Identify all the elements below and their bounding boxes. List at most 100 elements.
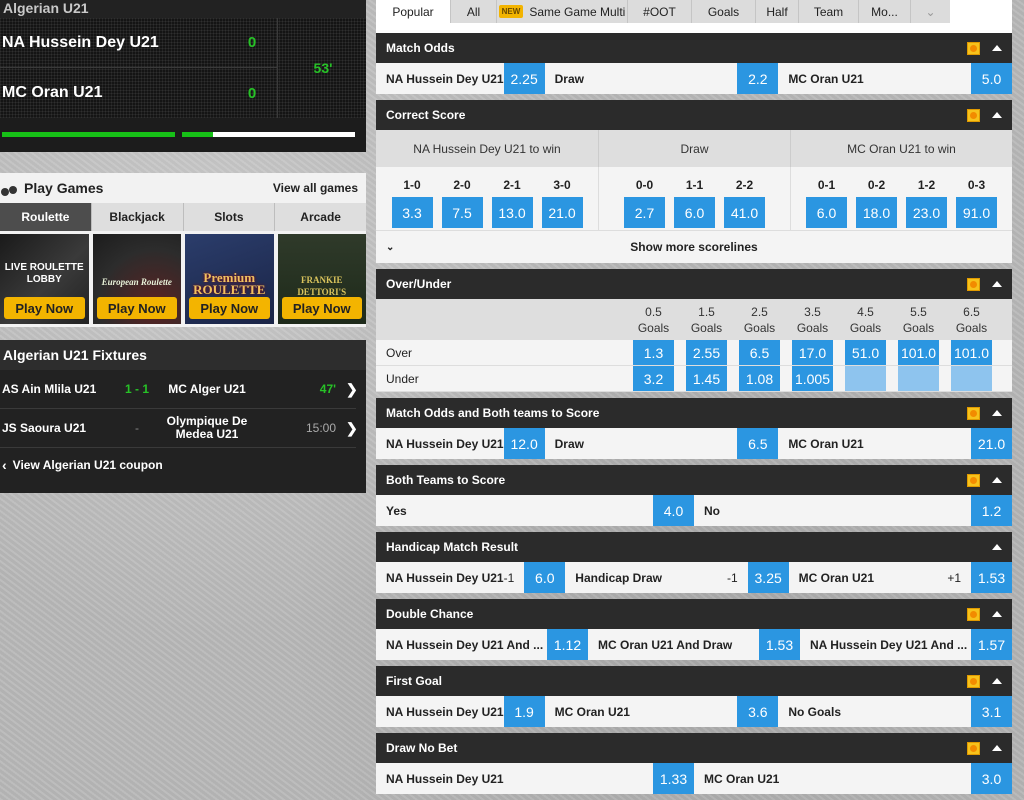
odds-button[interactable]: 12.0 bbox=[503, 428, 545, 459]
collapse-icon[interactable] bbox=[992, 611, 1002, 617]
odds-button[interactable]: 6.0 bbox=[524, 562, 566, 593]
odds-button[interactable]: 18.0 bbox=[856, 197, 897, 228]
odds-button[interactable]: 3.1 bbox=[971, 696, 1013, 727]
scoreline-label: 2-2 bbox=[735, 178, 754, 192]
tab-roulette[interactable]: Roulette bbox=[0, 203, 91, 231]
odds-button[interactable]: 3.0 bbox=[971, 763, 1012, 794]
odds-button[interactable]: 3.6 bbox=[737, 696, 779, 727]
selection: NA Hussein Dey U21 12.0 bbox=[376, 428, 545, 459]
odds-button[interactable]: 6.5 bbox=[737, 428, 779, 459]
market-header[interactable]: Draw No Bet bbox=[376, 733, 1012, 763]
odds-button[interactable]: 3.2 bbox=[633, 366, 674, 391]
odds-button[interactable]: 13.0 bbox=[491, 197, 533, 228]
goal-line-heading: 5.5 Goals bbox=[892, 299, 945, 340]
collapse-icon[interactable] bbox=[992, 410, 1002, 416]
odds-button[interactable]: 5.0 bbox=[971, 63, 1013, 94]
odds-button[interactable]: 1.53 bbox=[759, 629, 800, 660]
tab-same-game-multi[interactable]: NEW Same Game Multi bbox=[496, 0, 627, 23]
market-header[interactable]: Both Teams to Score bbox=[376, 465, 1012, 495]
market-header[interactable]: Match Odds bbox=[376, 33, 1012, 63]
selection: NA Hussein Dey U21 -1 6.0 bbox=[376, 562, 566, 593]
odds-button[interactable]: 1.2 bbox=[971, 495, 1012, 526]
odds-button[interactable]: 1.33 bbox=[653, 763, 694, 794]
view-coupon-link[interactable]: ‹ View Algerian U21 coupon bbox=[0, 448, 366, 482]
collapse-icon[interactable] bbox=[992, 477, 1002, 483]
show-more-scorelines-button[interactable]: ⌄ Show more scorelines bbox=[376, 230, 1012, 263]
tab-blackjack[interactable]: Blackjack bbox=[90, 203, 183, 231]
live-stream-icon[interactable] bbox=[967, 108, 980, 122]
tab-slots[interactable]: Slots bbox=[182, 203, 275, 231]
play-now-button[interactable]: Play Now bbox=[96, 297, 177, 319]
game-tile-european-roulette[interactable]: European Roulette Play Now bbox=[92, 234, 181, 324]
odds-button[interactable]: 6.5 bbox=[739, 340, 780, 365]
odds-button[interactable]: 2.25 bbox=[503, 63, 545, 94]
fixture-row[interactable]: JS Saoura U21 - Olympique De Medea U21 1… bbox=[0, 409, 358, 448]
collapse-icon[interactable] bbox=[992, 678, 1002, 684]
odds-button[interactable]: 17.0 bbox=[792, 340, 833, 365]
tab-team[interactable]: Team bbox=[798, 0, 858, 23]
market-header[interactable]: Correct Score bbox=[376, 100, 1012, 130]
odds-button[interactable]: 1.08 bbox=[739, 366, 780, 391]
odds-button[interactable]: 21.0 bbox=[541, 197, 583, 228]
play-now-button[interactable]: Play Now bbox=[189, 297, 270, 319]
odds-button[interactable]: 7.5 bbox=[441, 197, 483, 228]
odds-button[interactable]: 2.55 bbox=[686, 340, 727, 365]
live-stream-icon[interactable] bbox=[967, 41, 980, 55]
odds-button[interactable]: 1.12 bbox=[547, 629, 588, 660]
market-header[interactable]: Double Chance bbox=[376, 599, 1012, 629]
tab-more[interactable]: Mo... bbox=[858, 0, 910, 23]
odds-button[interactable]: 2.7 bbox=[624, 197, 665, 228]
odds-button[interactable]: 51.0 bbox=[845, 340, 886, 365]
odds-button[interactable]: 41.0 bbox=[724, 197, 765, 228]
tab-arcade[interactable]: Arcade bbox=[274, 203, 366, 231]
odds-button[interactable]: 1.45 bbox=[686, 366, 727, 391]
collapse-icon[interactable] bbox=[992, 112, 1002, 118]
live-stream-icon[interactable] bbox=[967, 741, 980, 755]
odds-button[interactable]: 21.0 bbox=[971, 428, 1013, 459]
market-header[interactable]: First Goal bbox=[376, 666, 1012, 696]
tab-popular[interactable]: Popular bbox=[376, 0, 450, 23]
odds-button[interactable]: 1.005 bbox=[792, 366, 833, 391]
odds-button[interactable]: 3.25 bbox=[747, 562, 789, 593]
live-stream-icon[interactable] bbox=[967, 607, 980, 621]
live-stream-icon[interactable] bbox=[967, 406, 980, 420]
market-header[interactable]: Handicap Match Result bbox=[376, 532, 1012, 562]
game-tile-live-roulette[interactable]: LIVE ROULETTE LOBBY Play Now bbox=[0, 234, 89, 324]
odds-button[interactable]: 101.0 bbox=[951, 340, 992, 365]
collapse-icon[interactable] bbox=[992, 745, 1002, 751]
odds-button[interactable]: 6.0 bbox=[806, 197, 847, 228]
view-all-games-link[interactable]: View all games bbox=[273, 181, 358, 195]
odds-button[interactable]: 101.0 bbox=[898, 340, 939, 365]
odds-button[interactable]: 1.57 bbox=[971, 629, 1012, 660]
chevron-left-icon: ‹ bbox=[2, 457, 7, 473]
odds-button[interactable]: 3.3 bbox=[391, 197, 433, 228]
tab-oot[interactable]: #OOT bbox=[627, 0, 691, 23]
fixture-row[interactable]: AS Ain Mlila U21 1 - 1 MC Alger U21 47' … bbox=[0, 370, 358, 409]
collapse-icon[interactable] bbox=[992, 544, 1002, 550]
market-header[interactable]: Over/Under bbox=[376, 269, 1012, 299]
odds-button[interactable]: 6.0 bbox=[674, 197, 715, 228]
collapse-icon[interactable] bbox=[992, 45, 1002, 51]
odds-button[interactable]: 1.53 bbox=[971, 562, 1012, 593]
odds-button[interactable]: 2.2 bbox=[737, 63, 779, 94]
live-stream-icon[interactable] bbox=[967, 473, 980, 487]
tab-all[interactable]: All bbox=[450, 0, 496, 23]
odds-button[interactable]: 4.0 bbox=[653, 495, 694, 526]
market-header[interactable]: Match Odds and Both teams to Score bbox=[376, 398, 1012, 428]
collapse-icon[interactable] bbox=[992, 281, 1002, 287]
tab-half[interactable]: Half bbox=[755, 0, 798, 23]
game-tile-premium-roulette[interactable]: Premium ROULETTE Play Now bbox=[185, 234, 274, 324]
selection: NA Hussein Dey U21 2.25 bbox=[376, 63, 545, 94]
live-stream-icon[interactable] bbox=[967, 277, 980, 291]
play-now-button[interactable]: Play Now bbox=[4, 297, 85, 319]
tab-goals[interactable]: Goals bbox=[691, 0, 755, 23]
live-stream-icon[interactable] bbox=[967, 674, 980, 688]
odds-button[interactable]: 91.0 bbox=[956, 197, 997, 228]
play-now-button[interactable]: Play Now bbox=[281, 297, 362, 319]
odds-button[interactable]: 1.3 bbox=[633, 340, 674, 365]
odds-button[interactable]: 23.0 bbox=[906, 197, 947, 228]
game-tile-frankie-dettori[interactable]: FRANKIE DETTORI'S Play Now bbox=[277, 234, 366, 324]
market-icons bbox=[967, 473, 1002, 487]
odds-button[interactable]: 1.9 bbox=[503, 696, 545, 727]
chevron-down-icon[interactable]: ⌄ bbox=[910, 0, 950, 23]
